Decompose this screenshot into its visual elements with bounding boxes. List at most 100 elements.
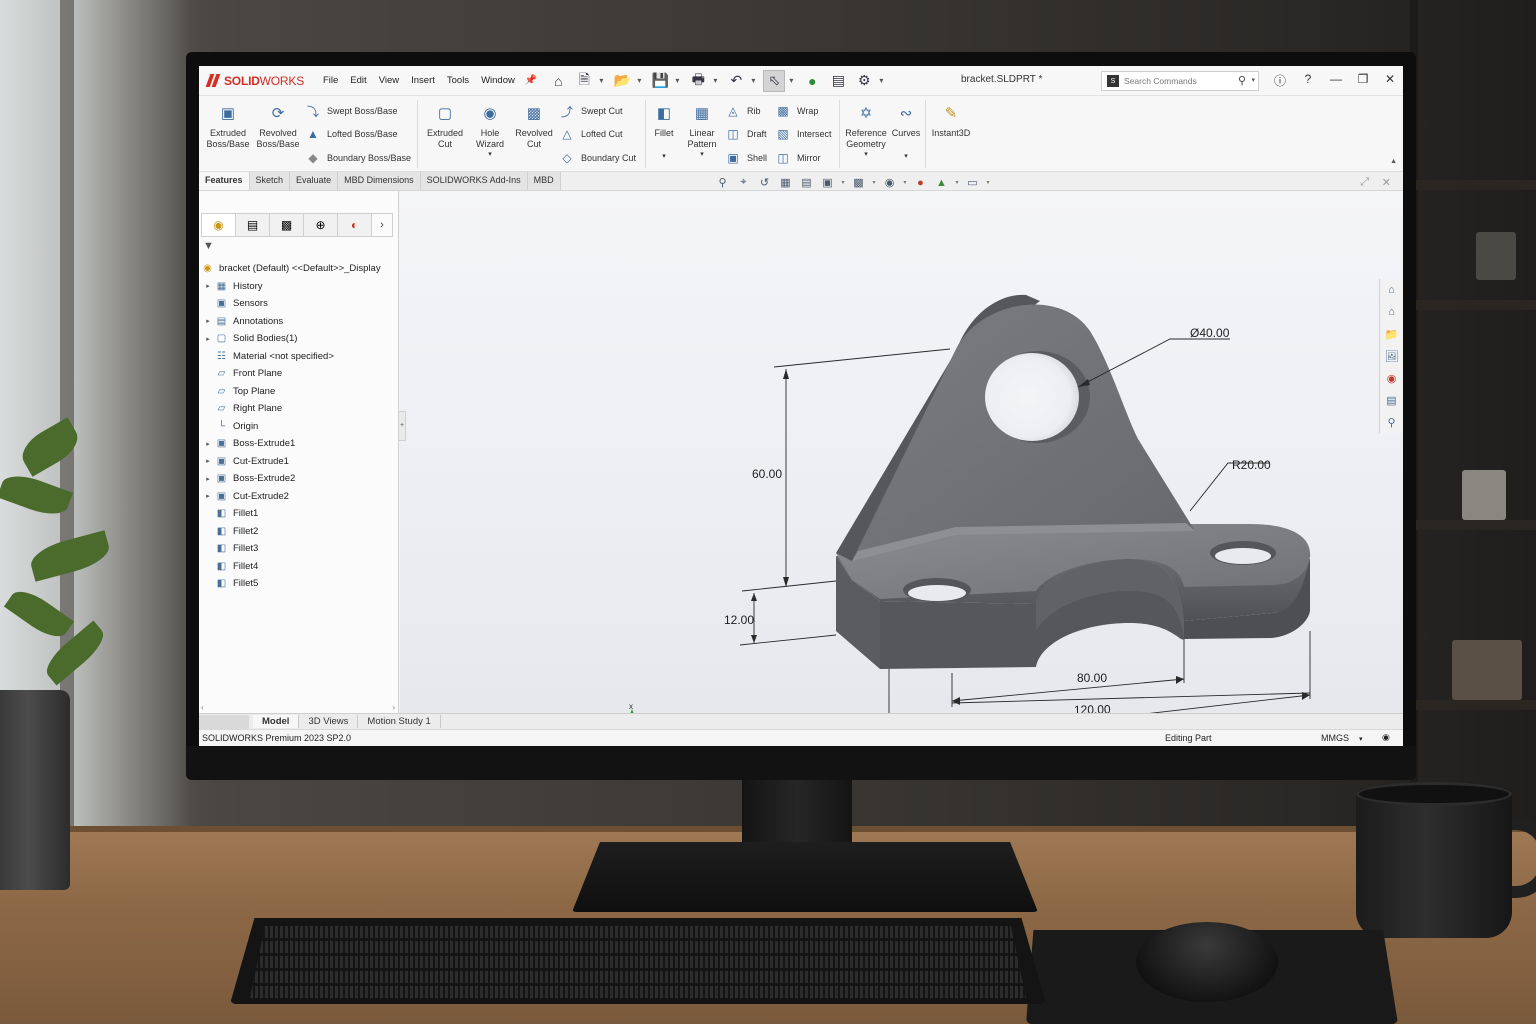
dim-cutout-width[interactable]: 80.00 [1077,671,1107,685]
appearances-icon[interactable]: ◉ [1380,367,1403,389]
tree-item-fillet5[interactable]: ◧ Fillet5 [201,575,397,593]
select-pointer-icon[interactable]: ⬁ [763,69,786,92]
fillet-button[interactable]: ◧ Fillet ▾ [649,104,679,162]
edit-appearance-icon[interactable]: ● [912,177,929,189]
solidworks-forum-icon[interactable]: ⚲ [1380,411,1403,433]
property-manager-tab-icon[interactable]: ▤ [235,213,269,237]
dimxpert-tab-icon[interactable]: ⊕ [303,213,337,237]
tree-item-cut-extrude1[interactable]: ▸ ▣ Cut-Extrude1 [201,453,397,471]
select-caret-icon[interactable]: ▾ [789,76,797,85]
revolved-boss-button[interactable]: ⟳ Revolved Boss/Base [255,104,301,151]
menu-tools[interactable]: Tools [441,75,475,86]
tree-item-boss-extrude2[interactable]: ▸ ▣ Boss-Extrude2 [201,470,397,488]
expand-arrow-icon[interactable]: ▸ [201,440,215,448]
filter-icon[interactable]: ▼ [203,240,214,252]
tab-evaluate[interactable]: Evaluate [290,172,339,190]
mirror-button[interactable]: ◫ Mirror [775,151,820,165]
dim-thickness[interactable]: 12.00 [724,613,754,627]
file-explorer-icon[interactable]: 📁 [1380,323,1403,345]
expand-arrow-icon[interactable]: ▸ [201,282,215,290]
menu-view[interactable]: View [373,75,405,86]
dim-height[interactable]: 60.00 [752,467,782,481]
menu-file[interactable]: File [317,75,344,86]
tree-item-fillet1[interactable]: ◧ Fillet1 [201,505,397,523]
configuration-manager-tab-icon[interactable]: ▩ [269,213,303,237]
swept-cut-button[interactable]: ⤴ Swept Cut [559,104,623,119]
home-icon[interactable]: ⌂ [547,70,569,92]
scroll-left-icon[interactable]: ‹ [201,703,204,712]
undo-icon[interactable]: ↶ [725,70,747,92]
tooltip-toggle-icon[interactable]: ◉ [1382,732,1390,743]
dim-hole-diameter[interactable]: Ø40.00 [1190,326,1230,340]
tree-item-fillet4[interactable]: ◧ Fillet4 [201,558,397,576]
question-icon[interactable]: ? [1299,72,1317,86]
tree-item-history[interactable]: ▸ ▦ History [201,278,397,296]
boundary-cut-button[interactable]: ◇ Boundary Cut [559,151,636,165]
display-manager-tab-icon[interactable]: ◐ [337,213,371,237]
minimize-icon[interactable]: — [1327,72,1345,86]
apply-scene-icon[interactable]: ▲ [933,177,950,189]
tree-root-part[interactable]: ◉ bracket (Default) <<Default>>_Display [201,260,397,278]
tree-item-right-plane[interactable]: ▱ Right Plane [201,400,397,418]
menu-edit[interactable]: Edit [344,75,372,86]
panel-splitter-handle[interactable]: + [398,411,406,441]
new-caret-icon[interactable]: ▾ [599,76,607,85]
boundary-boss-button[interactable]: ◆ Boundary Boss/Base [305,151,411,165]
zoom-to-area-icon[interactable]: ⌖ [735,176,752,189]
tree-item-cut-extrude2[interactable]: ▸ ▣ Cut-Extrude2 [201,488,397,506]
expand-arrow-icon[interactable]: ▸ [201,317,215,325]
feature-tree-scrollbar[interactable]: ‹ › [199,703,399,713]
display-style-caret-icon[interactable]: ▾ [871,179,877,186]
open-caret-icon[interactable]: ▾ [637,76,645,85]
expand-arrow-icon[interactable]: ▸ [201,457,215,465]
maximize-viewport-icon[interactable]: ⤢ [1360,176,1369,189]
zoom-to-fit-icon[interactable]: ⚲ [714,176,731,189]
undo-caret-icon[interactable]: ▾ [751,76,759,85]
revolved-cut-button[interactable]: ▩ Revolved Cut [513,104,555,151]
search-scope-icon[interactable]: S [1107,75,1119,87]
menu-insert[interactable]: Insert [405,75,441,86]
expand-arrow-icon[interactable]: ▸ [201,492,215,500]
search-commands-box[interactable]: S Search Commands ⚲ ▾ [1101,71,1259,91]
dim-radius[interactable]: R20.00 [1232,458,1271,472]
rebuild-traffic-light-icon[interactable]: ● [801,70,823,92]
dim-overall-length[interactable]: 120.00 [1074,702,1111,713]
units-caret-icon[interactable]: ▾ [1359,735,1363,743]
view-settings-icon[interactable]: ▭ [964,176,981,189]
lofted-boss-button[interactable]: ▲ Lofted Boss/Base [305,127,398,141]
search-caret-icon[interactable]: ▾ [1251,76,1255,84]
restore-icon[interactable]: ❐ [1354,72,1372,86]
apply-scene-caret-icon[interactable]: ▾ [954,179,960,186]
view-orientation-caret-icon[interactable]: ▾ [840,179,846,186]
hole-wizard-caret-icon[interactable]: ▾ [471,151,509,160]
extruded-cut-button[interactable]: ▢ Extruded Cut [423,104,467,151]
draft-button[interactable]: ◫ Draft [725,127,766,141]
hole-wizard-button[interactable]: ◉ Hole Wizard ▾ [471,104,509,159]
curves-caret-icon[interactable]: ▾ [891,153,921,162]
tab-motion-study-1[interactable]: Motion Study 1 [358,715,441,728]
tree-item-fillet2[interactable]: ◧ Fillet2 [201,523,397,541]
dynamic-annotation-icon[interactable]: ▤ [798,176,815,189]
tab-scroll-arrows[interactable] [199,714,249,729]
view-settings-caret-icon[interactable]: ▾ [985,179,991,186]
custom-properties-icon[interactable]: ▤ [1380,389,1403,411]
view-orientation-icon[interactable]: ▣ [819,176,836,189]
tree-item-top-plane[interactable]: ▱ Top Plane [201,383,397,401]
tree-item-solid-bodies-1[interactable]: ▸ ▢ Solid Bodies(1) [201,330,397,348]
file-properties-icon[interactable]: ▤ [827,70,849,92]
expand-arrow-icon[interactable]: ▸ [201,475,215,483]
fillet-caret-icon[interactable]: ▾ [649,153,679,162]
tree-item-boss-extrude1[interactable]: ▸ ▣ Boss-Extrude1 [201,435,397,453]
help-icon[interactable]: ⓘ [1271,72,1289,89]
scroll-right-icon[interactable]: › [392,703,395,712]
tab-sketch[interactable]: Sketch [249,172,291,190]
tree-item-sensors[interactable]: ▣ Sensors [201,295,397,313]
close-icon[interactable]: ✕ [1381,72,1399,86]
options-caret-icon[interactable]: ▾ [879,76,887,85]
tree-item-material-not-specified[interactable]: ☷ Material <not specified> [201,348,397,366]
tab-features[interactable]: Features [199,172,250,190]
save-caret-icon[interactable]: ▾ [675,76,683,85]
tree-item-origin[interactable]: └ Origin [201,418,397,436]
hide-show-caret-icon[interactable]: ▾ [902,179,908,186]
previous-view-icon[interactable]: ↺ [756,176,773,189]
